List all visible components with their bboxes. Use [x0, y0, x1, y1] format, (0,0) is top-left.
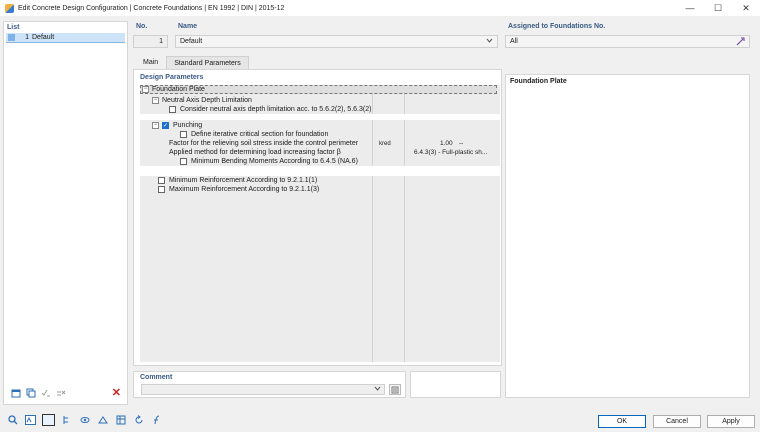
reset-icon[interactable] [132, 414, 145, 426]
design-parameters-panel: Design Parameters − Foundation Plate − N… [133, 69, 502, 366]
tree-row-neutral-axis-option: Consider neutral axis depth limitation a… [140, 105, 500, 114]
relieving-factor-value[interactable]: 1.00 [440, 140, 453, 147]
applied-method-label: Applied method for determining load incr… [169, 149, 341, 156]
comment-input[interactable] [141, 384, 385, 395]
new-item-icon[interactable] [10, 387, 21, 398]
view-icon[interactable] [78, 414, 91, 426]
tree-root-label: Foundation Plate [152, 86, 205, 93]
tree-row-applied-method[interactable]: Applied method for determining load incr… [140, 148, 500, 157]
list-item-number: 1 [25, 34, 29, 41]
name-input[interactable]: Default [175, 35, 498, 48]
color-icon[interactable] [42, 414, 55, 426]
punching-label: Punching [173, 122, 203, 129]
close-button[interactable]: ✕ [732, 0, 760, 16]
no-field: 1 [133, 35, 168, 48]
collapse-icon[interactable]: − [152, 122, 159, 129]
assigned-value: All [510, 38, 518, 45]
tab-standard-parameters[interactable]: Standard Parameters [166, 56, 249, 69]
tab-main[interactable]: Main [135, 56, 166, 69]
assigned-label: Assigned to Foundations No. [508, 23, 606, 30]
comment-library-icon[interactable] [389, 384, 401, 395]
design-parameters-header: Design Parameters [140, 74, 204, 81]
tree-row-define-iterative: Define iterative critical section for fo… [140, 130, 500, 139]
no-value: 1 [159, 38, 163, 45]
max-reinforcement-checkbox[interactable] [158, 186, 165, 193]
delete-icon[interactable]: ✕ [112, 386, 121, 399]
comment-panel: Comment [133, 371, 406, 398]
collapse-icon[interactable]: − [142, 86, 149, 93]
neutral-axis-option-label: Consider neutral axis depth limitation a… [180, 106, 372, 113]
min-bending-label: Minimum Bending Moments According to 6.4… [191, 158, 358, 165]
tree-row-max-reinforcement: Maximum Reinforcement According to 9.2.1… [140, 185, 500, 194]
tree-root-row[interactable]: − Foundation Plate [140, 85, 497, 94]
tree-row-punching: − ✓ Punching [140, 121, 500, 130]
tree-row-neutral-axis: − Neutral Axis Depth Limitation [140, 96, 500, 105]
table-icon[interactable] [114, 414, 127, 426]
tab-bar: Main Standard Parameters [135, 56, 249, 69]
punching-checkbox[interactable]: ✓ [162, 122, 169, 129]
tree-row-min-reinforcement: Minimum Reinforcement According to 9.2.1… [140, 176, 500, 185]
assigned-input[interactable]: All [505, 35, 750, 48]
bottom-toolbar [6, 414, 163, 426]
info-panel: Foundation Plate [505, 74, 750, 398]
window-controls: — ☐ ✕ [676, 0, 760, 16]
no-label: No. [136, 23, 148, 30]
uncheck-all-icon[interactable] [55, 387, 66, 398]
info-panel-header: Foundation Plate [510, 78, 567, 85]
chevron-down-icon[interactable] [374, 386, 381, 393]
app-icon [5, 3, 14, 13]
min-reinforcement-checkbox[interactable] [158, 177, 165, 184]
collapse-icon[interactable]: − [152, 97, 159, 104]
list-header: List [7, 24, 20, 31]
min-reinforcement-label: Minimum Reinforcement According to 9.2.1… [169, 177, 318, 184]
function-icon[interactable] [150, 414, 163, 426]
define-iterative-checkbox[interactable] [180, 131, 187, 138]
cancel-button[interactable]: Cancel [653, 415, 701, 428]
list-item-label: Default [32, 34, 55, 41]
apply-button[interactable]: Apply [707, 415, 755, 428]
units-icon[interactable] [24, 414, 37, 426]
search-icon[interactable] [6, 414, 19, 426]
parameter-tree: − Foundation Plate − Neutral Axis Depth … [140, 85, 500, 362]
min-bending-checkbox[interactable] [180, 158, 187, 165]
applied-method-value[interactable]: 6.4.3(3) - Full-plastic sh... [414, 149, 487, 156]
spacer-row [140, 114, 500, 120]
list-panel: List 1 Default ✕ [3, 21, 128, 405]
comment-header: Comment [140, 374, 173, 381]
neutral-axis-group-label: Neutral Axis Depth Limitation [162, 97, 252, 104]
relieving-factor-label: Factor for the relieving soil stress ins… [169, 140, 359, 147]
copy-item-icon[interactable] [25, 387, 36, 398]
tree-row-min-bending: Minimum Bending Moments According to 6.4… [140, 157, 500, 166]
neutral-axis-checkbox[interactable] [169, 106, 176, 113]
name-label: Name [178, 23, 198, 30]
ok-button[interactable]: OK [598, 415, 646, 428]
chevron-down-icon [486, 38, 493, 45]
define-iterative-label: Define iterative critical section for fo… [191, 131, 329, 138]
select-foundations-icon[interactable] [735, 37, 745, 47]
relieving-factor-symbol: kred [379, 140, 391, 147]
comment-side-panel [410, 371, 501, 398]
check-all-icon[interactable] [40, 387, 51, 398]
color-swatch [8, 34, 15, 41]
tree-view-icon[interactable] [60, 414, 73, 426]
title-bar: Edit Concrete Design Configuration | Con… [0, 0, 760, 16]
window-title: Edit Concrete Design Configuration | Con… [18, 4, 285, 12]
minimize-button[interactable]: — [676, 0, 704, 16]
max-reinforcement-label: Maximum Reinforcement According to 9.2.1… [169, 186, 320, 193]
spacer-row [140, 166, 500, 176]
name-value: Default [180, 38, 203, 45]
list-toolbar [10, 387, 66, 398]
relieving-factor-unit: -- [459, 140, 464, 147]
tree-row-relieving-factor[interactable]: Factor for the relieving soil stress ins… [140, 139, 500, 148]
list-item[interactable]: 1 Default [6, 33, 125, 43]
maximize-button[interactable]: ☐ [704, 0, 732, 16]
model-icon[interactable] [96, 414, 109, 426]
